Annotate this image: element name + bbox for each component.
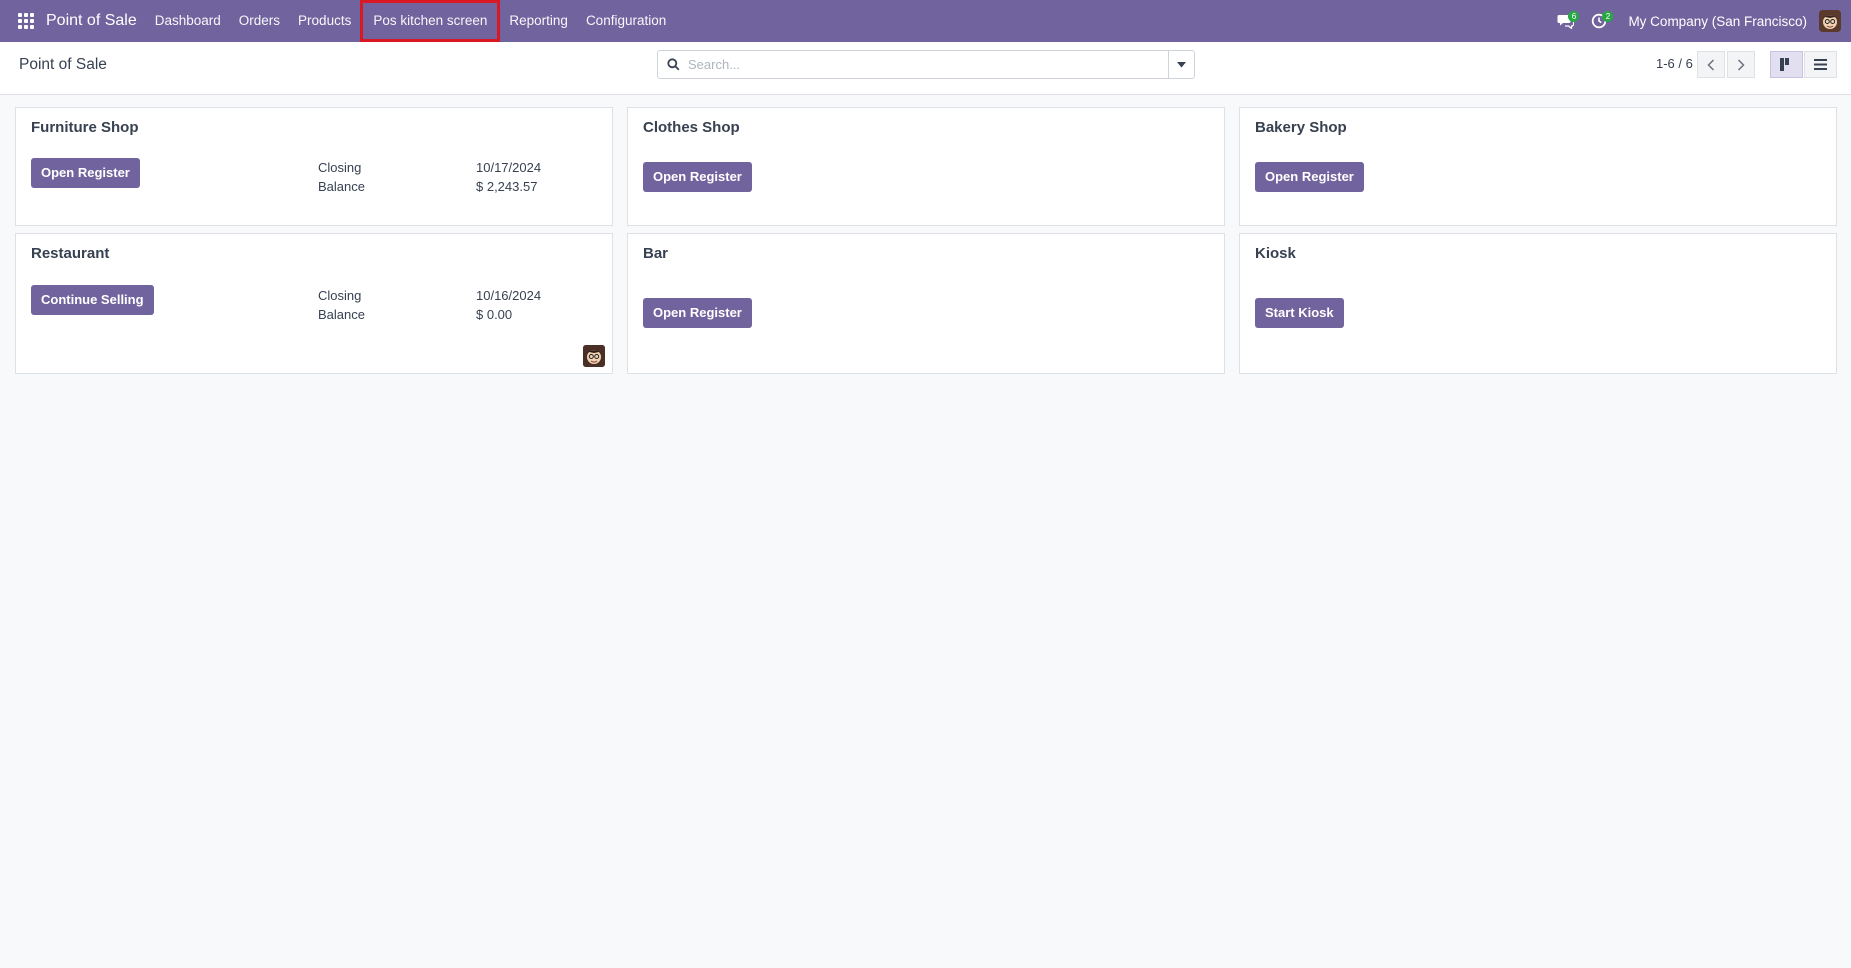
balance-value: $ 2,243.57 (476, 179, 538, 194)
continue-selling-button[interactable]: Continue Selling (31, 285, 154, 315)
open-register-button[interactable]: Open Register (1255, 162, 1364, 192)
activities-button[interactable]: 2 (1582, 0, 1616, 42)
user-avatar-icon (1819, 10, 1841, 32)
pos-card-title: Bar (643, 245, 669, 262)
pos-card-title: Bakery Shop (1255, 119, 1347, 136)
pager-value[interactable]: 1-6 / 6 (1656, 56, 1693, 71)
closing-label: Closing (318, 288, 362, 303)
user-avatar-icon (583, 345, 605, 367)
top-navbar: Point of Sale Dashboard Orders Products … (0, 0, 1851, 42)
menu-dashboard[interactable]: Dashboard (146, 0, 230, 42)
main-menu: Dashboard Orders Products Pos kitchen sc… (146, 0, 676, 42)
pos-card-restaurant: Restaurant Continue Selling Closing 10/1… (15, 233, 613, 374)
menu-orders[interactable]: Orders (230, 0, 289, 42)
search-bar (657, 50, 1195, 79)
kanban-view-button[interactable] (1770, 51, 1803, 78)
list-view-button[interactable] (1804, 51, 1837, 78)
chevron-right-icon (1737, 58, 1745, 71)
pos-card-bar: Bar Open Register (627, 233, 1225, 374)
pos-card-title: Kiosk (1255, 245, 1296, 262)
messages-badge: 6 (1568, 11, 1580, 22)
company-switcher[interactable]: My Company (San Francisco) (1616, 14, 1817, 29)
search-options-toggle[interactable] (1168, 51, 1194, 78)
open-register-button[interactable]: Open Register (643, 298, 752, 328)
balance-label: Balance (318, 307, 365, 322)
open-register-button[interactable]: Open Register (31, 158, 140, 188)
chevron-left-icon (1707, 58, 1715, 71)
apps-menu-icon[interactable] (15, 10, 37, 32)
activities-badge: 2 (1602, 11, 1614, 22)
start-kiosk-button[interactable]: Start Kiosk (1255, 298, 1344, 328)
search-input[interactable] (688, 57, 1168, 72)
caret-down-icon (1177, 61, 1186, 67)
menu-configuration[interactable]: Configuration (577, 0, 675, 42)
list-view-icon (1814, 59, 1827, 70)
responsible-user-avatar[interactable] (583, 345, 605, 367)
kanban-view-icon (1780, 58, 1789, 71)
menu-pos-kitchen-screen[interactable]: Pos kitchen screen (360, 0, 501, 42)
menu-reporting[interactable]: Reporting (500, 0, 577, 42)
page-title: Point of Sale (19, 56, 107, 73)
balance-value: $ 0.00 (476, 307, 513, 322)
closing-label: Closing (318, 160, 362, 175)
pos-card-title: Clothes Shop (643, 119, 740, 136)
pager-previous-button[interactable] (1697, 51, 1725, 78)
pos-card-furniture-shop: Furniture Shop Open Register Closing 10/… (15, 107, 613, 226)
pager-next-button[interactable] (1727, 51, 1755, 78)
app-name[interactable]: Point of Sale (41, 12, 146, 30)
pos-card-clothes-shop: Clothes Shop Open Register (627, 107, 1225, 226)
menu-products[interactable]: Products (289, 0, 360, 42)
pos-card-bakery-shop: Bakery Shop Open Register (1239, 107, 1837, 226)
closing-date: 10/16/2024 (476, 288, 542, 303)
systray: 6 2 My Company (San Francisco) (1548, 0, 1851, 42)
user-avatar[interactable] (1819, 10, 1841, 32)
pos-card-kiosk: Kiosk Start Kiosk (1239, 233, 1837, 374)
pos-card-title: Restaurant (31, 245, 110, 262)
control-panel: Point of Sale 1-6 / 6 (0, 42, 1851, 95)
messages-button[interactable]: 6 (1548, 0, 1582, 42)
search-icon (658, 58, 688, 71)
open-register-button[interactable]: Open Register (643, 162, 752, 192)
closing-date: 10/17/2024 (476, 160, 542, 175)
pos-card-title: Furniture Shop (31, 119, 139, 136)
balance-label: Balance (318, 179, 365, 194)
